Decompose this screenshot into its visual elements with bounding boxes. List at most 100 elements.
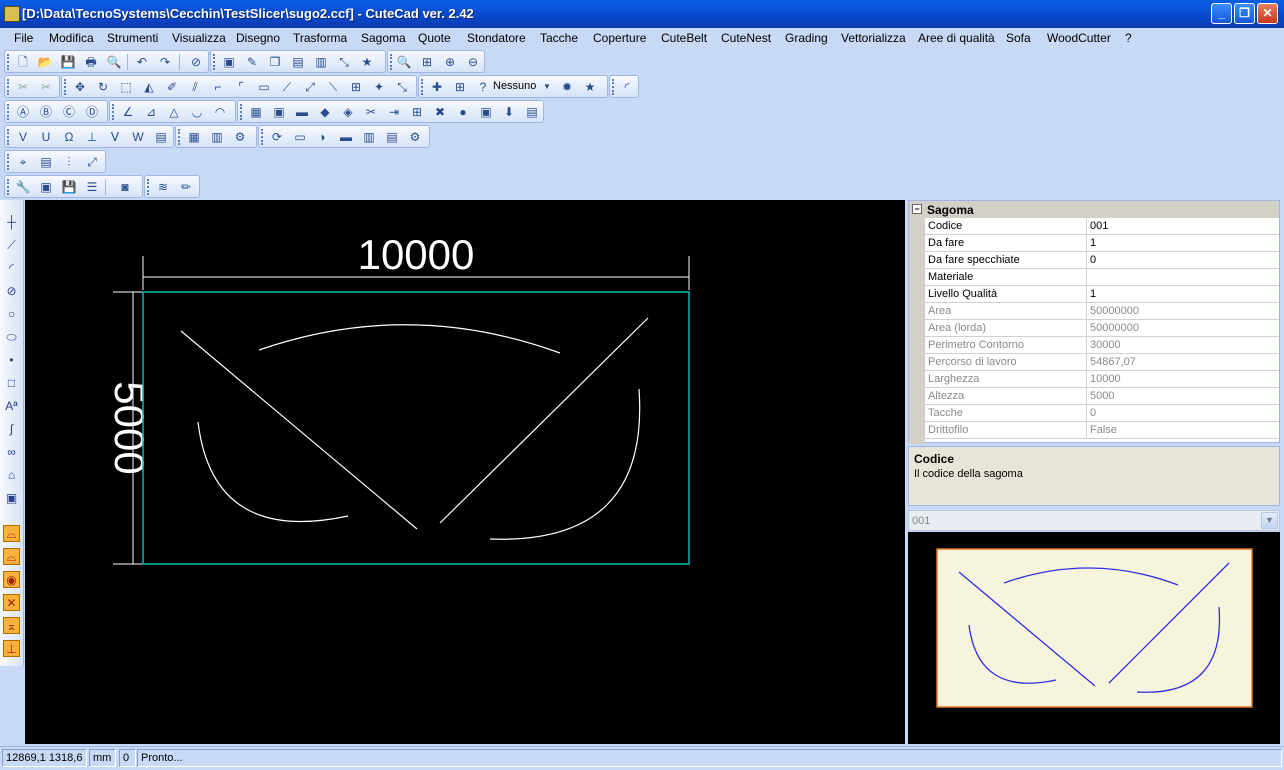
scale-icon[interactable]: ⬚ <box>118 79 134 95</box>
download-icon[interactable]: ⬇ <box>501 104 517 120</box>
menu-tacche[interactable]: Tacche <box>540 31 578 45</box>
toolbar-grip[interactable] <box>612 79 615 95</box>
toolbar-grip[interactable] <box>112 104 115 120</box>
arc-icon[interactable]: ◜ <box>619 79 635 95</box>
zoom-in-icon[interactable]: ⊕ <box>442 54 458 70</box>
property-row[interactable]: Da fare 1 <box>925 235 1279 252</box>
toolbar-grip[interactable] <box>7 54 10 70</box>
notch-tool-5-icon[interactable]: ⌅ <box>3 617 20 634</box>
menu-aree-di-qualita[interactable]: Aree di qualità <box>918 31 995 45</box>
menu-sagoma[interactable]: Sagoma <box>361 31 406 45</box>
explode-icon[interactable]: ✦ <box>371 79 387 95</box>
shape-outline[interactable] <box>142 291 690 565</box>
tag-icon[interactable]: ◗ <box>315 129 331 145</box>
move-icon[interactable]: ✥ <box>72 79 88 95</box>
property-row[interactable]: Tacche 0 <box>925 405 1279 422</box>
text-d-icon[interactable]: Ⓓ <box>84 104 100 120</box>
pencil-icon[interactable]: ✏ <box>178 179 194 195</box>
polyline-icon[interactable]: ⌂ <box>3 467 20 484</box>
right-arc[interactable] <box>489 388 641 540</box>
table-icon[interactable]: ▤ <box>38 154 54 170</box>
property-divider[interactable] <box>1086 303 1087 320</box>
floppy-icon[interactable]: 💾 <box>61 179 77 195</box>
property-divider[interactable] <box>1086 235 1087 252</box>
menu-quote[interactable]: Quote <box>418 31 451 45</box>
join-icon[interactable]: ✂ <box>15 79 31 95</box>
property-value[interactable]: 1 <box>1090 237 1096 249</box>
toolbar-grip[interactable] <box>421 79 424 95</box>
frame-icon[interactable]: ▬ <box>294 104 310 120</box>
property-row[interactable]: Area 50000000 <box>925 303 1279 320</box>
rescale-icon[interactable]: ⤡ <box>336 54 352 70</box>
property-row[interactable]: Larghezza 10000 <box>925 371 1279 388</box>
zoom-out-icon[interactable]: ⊖ <box>465 54 481 70</box>
cut-line-icon[interactable]: ⟍ <box>325 79 341 95</box>
toolbar-grip[interactable] <box>261 129 264 145</box>
array-icon[interactable]: ⊞ <box>348 79 364 95</box>
screen-icon[interactable]: ▬ <box>338 129 354 145</box>
left-arc[interactable] <box>197 421 349 523</box>
diagonal-line-left[interactable] <box>180 330 418 530</box>
shape-selector[interactable]: 001 ▼ <box>908 510 1280 531</box>
collapse-icon[interactable]: − <box>912 204 922 214</box>
chamfer-icon[interactable]: ⌜ <box>233 79 249 95</box>
new-file-icon[interactable]: 🗋 <box>15 54 31 70</box>
list-icon[interactable]: ☰ <box>84 179 100 195</box>
snap-settings-icon[interactable]: ✹ <box>559 79 575 95</box>
redo-icon[interactable]: ↷ <box>157 54 173 70</box>
toolbar-grip[interactable] <box>7 179 10 195</box>
chat-icon[interactable]: ● <box>455 104 471 120</box>
notch-round-icon[interactable]: Ω <box>61 129 77 145</box>
menu-trasforma[interactable]: Trasforma <box>293 31 347 45</box>
property-row[interactable]: Perimetro Contorno 30000 <box>925 337 1279 354</box>
close-button[interactable]: ✕ <box>1257 3 1278 24</box>
text-b-icon[interactable]: Ⓑ <box>38 104 54 120</box>
text-icon[interactable]: Aª <box>3 398 20 415</box>
chart-icon[interactable]: ≋ <box>155 179 171 195</box>
toolbar-grip[interactable] <box>390 54 393 70</box>
picture-icon[interactable]: ▣ <box>478 104 494 120</box>
notch-w-icon[interactable]: W <box>130 129 146 145</box>
menu-woodcutter[interactable]: WoodCutter <box>1047 31 1111 45</box>
property-value[interactable]: 1 <box>1090 288 1096 300</box>
snap-mode-dropdown[interactable]: Nessuno <box>493 80 536 92</box>
menu-disegno[interactable]: Disegno <box>236 31 280 45</box>
notch-tool-1-icon[interactable]: ⌓ <box>3 525 20 542</box>
notch-tool-2-icon[interactable]: ⌓ <box>3 548 20 565</box>
toolbar-grip[interactable] <box>7 129 10 145</box>
property-divider[interactable] <box>1086 320 1087 337</box>
new-doc-icon[interactable]: ▣ <box>38 179 54 195</box>
property-divider[interactable] <box>1086 388 1087 405</box>
property-divider[interactable] <box>1086 422 1087 439</box>
report-icon[interactable]: ▤ <box>384 129 400 145</box>
property-row[interactable]: Da fare specchiate 0 <box>925 252 1279 269</box>
property-value[interactable]: 001 <box>1090 220 1108 232</box>
drawing-canvas[interactable]: 10000 5000 <box>25 200 905 744</box>
curve-tool-icon[interactable]: ◠ <box>212 104 228 120</box>
chevron-down-icon[interactable]: ▼ <box>1261 512 1278 529</box>
extend-icon[interactable]: ⟋ <box>279 79 295 95</box>
property-value[interactable]: 0 <box>1090 254 1096 266</box>
offset-icon[interactable]: ⫽ <box>187 79 203 95</box>
rectangle-icon[interactable]: □ <box>3 375 20 392</box>
fillet-icon[interactable]: ⌐ <box>210 79 226 95</box>
duplicate-icon[interactable]: ▥ <box>313 54 329 70</box>
save-icon[interactable]: 💾 <box>60 54 76 70</box>
document-icon[interactable]: ▤ <box>524 104 540 120</box>
eyedropper-icon[interactable]: ✎ <box>244 54 260 70</box>
toolbar-grip[interactable] <box>147 179 150 195</box>
menu-grading[interactable]: Grading <box>785 31 828 45</box>
camera-icon[interactable]: ◙ <box>117 179 133 195</box>
spline-icon[interactable]: ∫ <box>3 421 20 438</box>
measure-icon[interactable]: ⊿ <box>143 104 159 120</box>
property-divider[interactable] <box>1086 337 1087 354</box>
save-shape-icon[interactable]: ▣ <box>271 104 287 120</box>
property-divider[interactable] <box>1086 252 1087 269</box>
split-icon[interactable]: ✂ <box>38 79 54 95</box>
circle-icon[interactable]: ○ <box>3 306 20 323</box>
image-icon[interactable]: ▣ <box>221 54 237 70</box>
restore-button[interactable]: ❐ <box>1234 3 1255 24</box>
menu-stondatore[interactable]: Stondatore <box>467 31 526 45</box>
stretch-icon[interactable]: ⤡ <box>394 79 410 95</box>
menu-help[interactable]: ? <box>1125 31 1132 45</box>
